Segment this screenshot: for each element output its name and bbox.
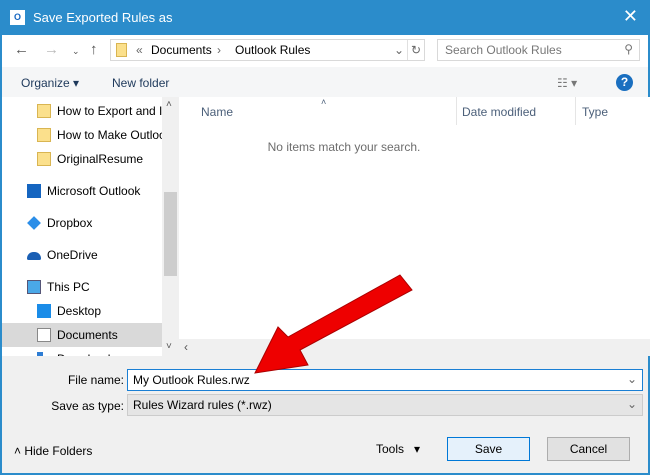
divider [575, 97, 576, 125]
save-type-label: Save as type: [51, 399, 124, 413]
chevron-down-icon[interactable]: ⌄ [627, 397, 637, 411]
dropbox-icon [27, 216, 41, 230]
chevron-up-icon: ˄ [14, 444, 25, 458]
tools-button[interactable]: Tools ▾ [376, 442, 420, 456]
new-folder-button[interactable]: New folder [112, 76, 169, 90]
help-icon[interactable]: ? [616, 74, 633, 91]
chevron-down-icon[interactable]: ⌄ [394, 43, 404, 57]
save-type-select[interactable]: Rules Wizard rules (*.rwz) ⌄ [127, 394, 643, 416]
nav-item[interactable]: OneDrive [2, 243, 162, 267]
forward-icon[interactable]: → [44, 41, 59, 58]
chevron-down-icon[interactable]: ⌄ [627, 372, 637, 386]
folder-icon [116, 43, 127, 57]
downloads-icon [37, 352, 43, 356]
scroll-down-icon[interactable]: ˅ [166, 341, 172, 352]
outlook-icon: O [10, 10, 25, 25]
search-icon: ⚲ [624, 42, 633, 56]
documents-icon [37, 328, 51, 342]
nav-scrollbar[interactable]: ˄ ˅ [162, 97, 179, 356]
nav-item-label: Dropbox [47, 216, 93, 230]
view-options-icon[interactable]: ☷ ▾ [557, 76, 577, 90]
divider [407, 40, 408, 60]
nav-item-label: Desktop [57, 304, 102, 318]
navigation-bar: ← → ⌄ ↑ « Documents › Outlook Rules ⌄ ↻ … [2, 35, 648, 67]
title-bar: O Save Exported Rules as ✕ [2, 1, 648, 35]
scroll-thumb[interactable] [164, 192, 177, 276]
file-name-label: File name: [67, 373, 124, 387]
back-icon[interactable]: ← [14, 41, 29, 58]
nav-item-label: Microsoft Outlook [47, 184, 141, 198]
column-name[interactable]: Name [201, 105, 233, 119]
breadcrumb-documents[interactable]: Documents [151, 43, 212, 57]
save-button[interactable]: Save [447, 437, 530, 461]
nav-item-label: OriginalResume [57, 152, 144, 166]
toolbar: Organize ▾ New folder ☷ ▾ ? [2, 67, 648, 97]
divider [456, 97, 457, 125]
nav-item-label: Downloads [57, 347, 116, 356]
sort-indicator-icon: ˄ [321, 97, 327, 107]
organize-button[interactable]: Organize ▾ [21, 76, 79, 90]
desktop-icon [37, 304, 51, 318]
outlook-icon [27, 184, 41, 198]
nav-item-label: Documents [57, 328, 118, 342]
nav-item-label: How to Export and Im [57, 104, 162, 118]
column-type[interactable]: Type [582, 105, 608, 119]
save-type-value: Rules Wizard rules (*.rwz) [133, 398, 272, 412]
close-icon[interactable]: ✕ [623, 6, 638, 27]
nav-item[interactable]: Dropbox [2, 211, 162, 235]
column-headers: Name ˄ Date modified Type [179, 97, 650, 125]
search-input[interactable]: Search Outlook Rules ⚲ [437, 39, 640, 61]
hide-folders-label: Hide Folders [24, 444, 93, 458]
nav-item[interactable]: Microsoft Outlook [2, 179, 162, 203]
nav-item[interactable]: Downloads [2, 347, 162, 356]
nav-item[interactable]: Desktop [2, 299, 162, 323]
folder-icon [37, 128, 51, 142]
nav-item[interactable]: OriginalResume [2, 147, 162, 171]
nav-item-label: This PC [47, 280, 90, 294]
breadcrumb-overflow[interactable]: « [136, 43, 143, 57]
recent-dropdown-icon[interactable]: ⌄ [72, 46, 80, 57]
cancel-button[interactable]: Cancel [547, 437, 630, 461]
folder-icon [37, 152, 51, 166]
nav-item[interactable]: This PC [2, 275, 162, 299]
empty-message: No items match your search. [267, 140, 421, 154]
save-dialog: O Save Exported Rules as ✕ ← → ⌄ ↑ « Doc… [1, 0, 650, 474]
hide-folders-button[interactable]: ˄ Hide Folders [14, 444, 92, 458]
navigation-pane: How to Export and Im How to Make Outlook O… [2, 97, 162, 356]
nav-item-label: OneDrive [47, 248, 98, 262]
up-icon[interactable]: ↑ [90, 41, 98, 58]
refresh-icon[interactable]: ↻ [411, 43, 421, 57]
tools-label: Tools [376, 442, 405, 456]
column-date-modified[interactable]: Date modified [462, 105, 536, 119]
file-name-value: My Outlook Rules.rwz [133, 373, 250, 387]
scroll-up-icon[interactable]: ˄ [166, 99, 172, 110]
computer-icon [27, 280, 41, 294]
nav-item-label: How to Make Outlook [57, 128, 162, 142]
folder-icon [37, 104, 51, 118]
chevron-right-icon: › [217, 43, 221, 57]
nav-item[interactable]: How to Make Outlook [2, 123, 162, 147]
onedrive-icon [27, 252, 41, 260]
nav-item[interactable]: How to Export and Im [2, 99, 162, 123]
dialog-title: Save Exported Rules as [33, 10, 173, 25]
search-placeholder: Search Outlook Rules [445, 43, 562, 57]
scroll-left-icon[interactable]: ‹ [184, 340, 188, 354]
red-arrow-annotation [254, 274, 413, 374]
breadcrumb-outlook-rules[interactable]: Outlook Rules [235, 43, 310, 57]
nav-item[interactable]: Documents [2, 323, 162, 347]
address-bar[interactable]: « Documents › Outlook Rules ⌄ ↻ [110, 39, 425, 61]
